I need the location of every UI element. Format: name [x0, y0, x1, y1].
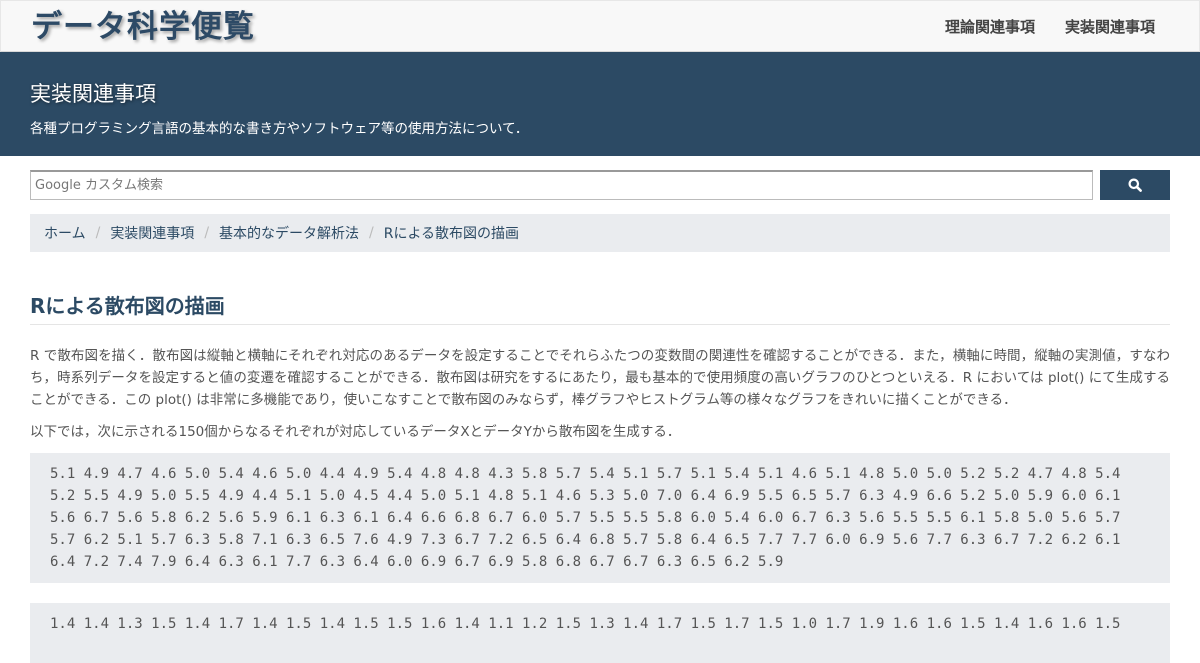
breadcrumb-separator: /	[95, 225, 101, 241]
breadcrumb-home[interactable]: ホーム	[44, 223, 86, 243]
breadcrumb: ホーム / 実装関連事項 / 基本的なデータ解析法 / Rによる散布図の描画	[30, 214, 1170, 252]
search-icon	[1128, 178, 1142, 192]
breadcrumb-basic-analysis[interactable]: 基本的なデータ解析法	[219, 223, 359, 243]
title-divider	[30, 324, 1170, 325]
breadcrumb-implementation[interactable]: 実装関連事項	[110, 223, 194, 243]
intro-paragraph: R で散布図を描く．散布図は縦軸と横軸にそれぞれ対応のあるデータを設定することで…	[30, 348, 1170, 408]
breadcrumb-separator: /	[369, 225, 374, 241]
site-brand-logo[interactable]: データ科学便覧	[31, 7, 255, 47]
data-x-code-block: 5.1 4.9 4.7 4.6 5.0 5.4 4.6 5.0 4.4 4.9 …	[30, 453, 1170, 583]
data-y-code-block: 1.4 1.4 1.3 1.5 1.4 1.7 1.4 1.5 1.4 1.5 …	[30, 603, 1170, 663]
code-line: 6.4 7.2 7.4 7.9 6.4 6.3 6.1 7.7 6.3 6.4 …	[50, 554, 784, 570]
search-bar	[30, 170, 1170, 200]
page-title: Rによる散布図の描画	[30, 294, 225, 318]
code-line: 1.4 1.4 1.3 1.5 1.4 1.7 1.4 1.5 1.4 1.5 …	[50, 616, 1121, 632]
breadcrumb-current: Rによる散布図の描画	[383, 226, 520, 242]
code-line: 5.6 6.7 5.6 5.8 6.2 5.6 5.9 6.1 6.3 6.1 …	[50, 510, 1121, 526]
hero-banner: 実装関連事項 各種プログラミング言語の基本的な書き方やソフトウェア等の使用方法に…	[0, 52, 1200, 156]
nav-links: 理論関連事項 実装関連事項	[945, 1, 1155, 51]
code-line: 5.7 6.2 5.1 5.7 6.3 5.8 7.1 6.3 6.5 7.6 …	[50, 532, 1121, 548]
nav-link-implementation[interactable]: 実装関連事項	[1065, 16, 1155, 37]
nav-link-theory[interactable]: 理論関連事項	[945, 16, 1035, 37]
code-line: 5.1 4.9 4.7 4.6 5.0 5.4 4.6 5.0 4.4 4.9 …	[50, 466, 1121, 482]
search-button[interactable]	[1100, 170, 1170, 200]
breadcrumb-separator: /	[204, 225, 210, 241]
top-navbar: データ科学便覧 理論関連事項 実装関連事項	[0, 0, 1200, 52]
hero-subtitle: 各種プログラミング言語の基本的な書き方やソフトウェア等の使用方法について．	[30, 121, 529, 137]
data-description-paragraph: 以下では，次に示される150個からなるそれぞれが対応しているデータXとデータYか…	[30, 424, 681, 440]
search-input[interactable]	[30, 170, 1093, 200]
hero-title: 実装関連事項	[30, 82, 156, 106]
code-line: 5.2 5.5 4.9 5.0 5.5 4.9 4.4 5.1 5.0 4.5 …	[50, 488, 1121, 504]
